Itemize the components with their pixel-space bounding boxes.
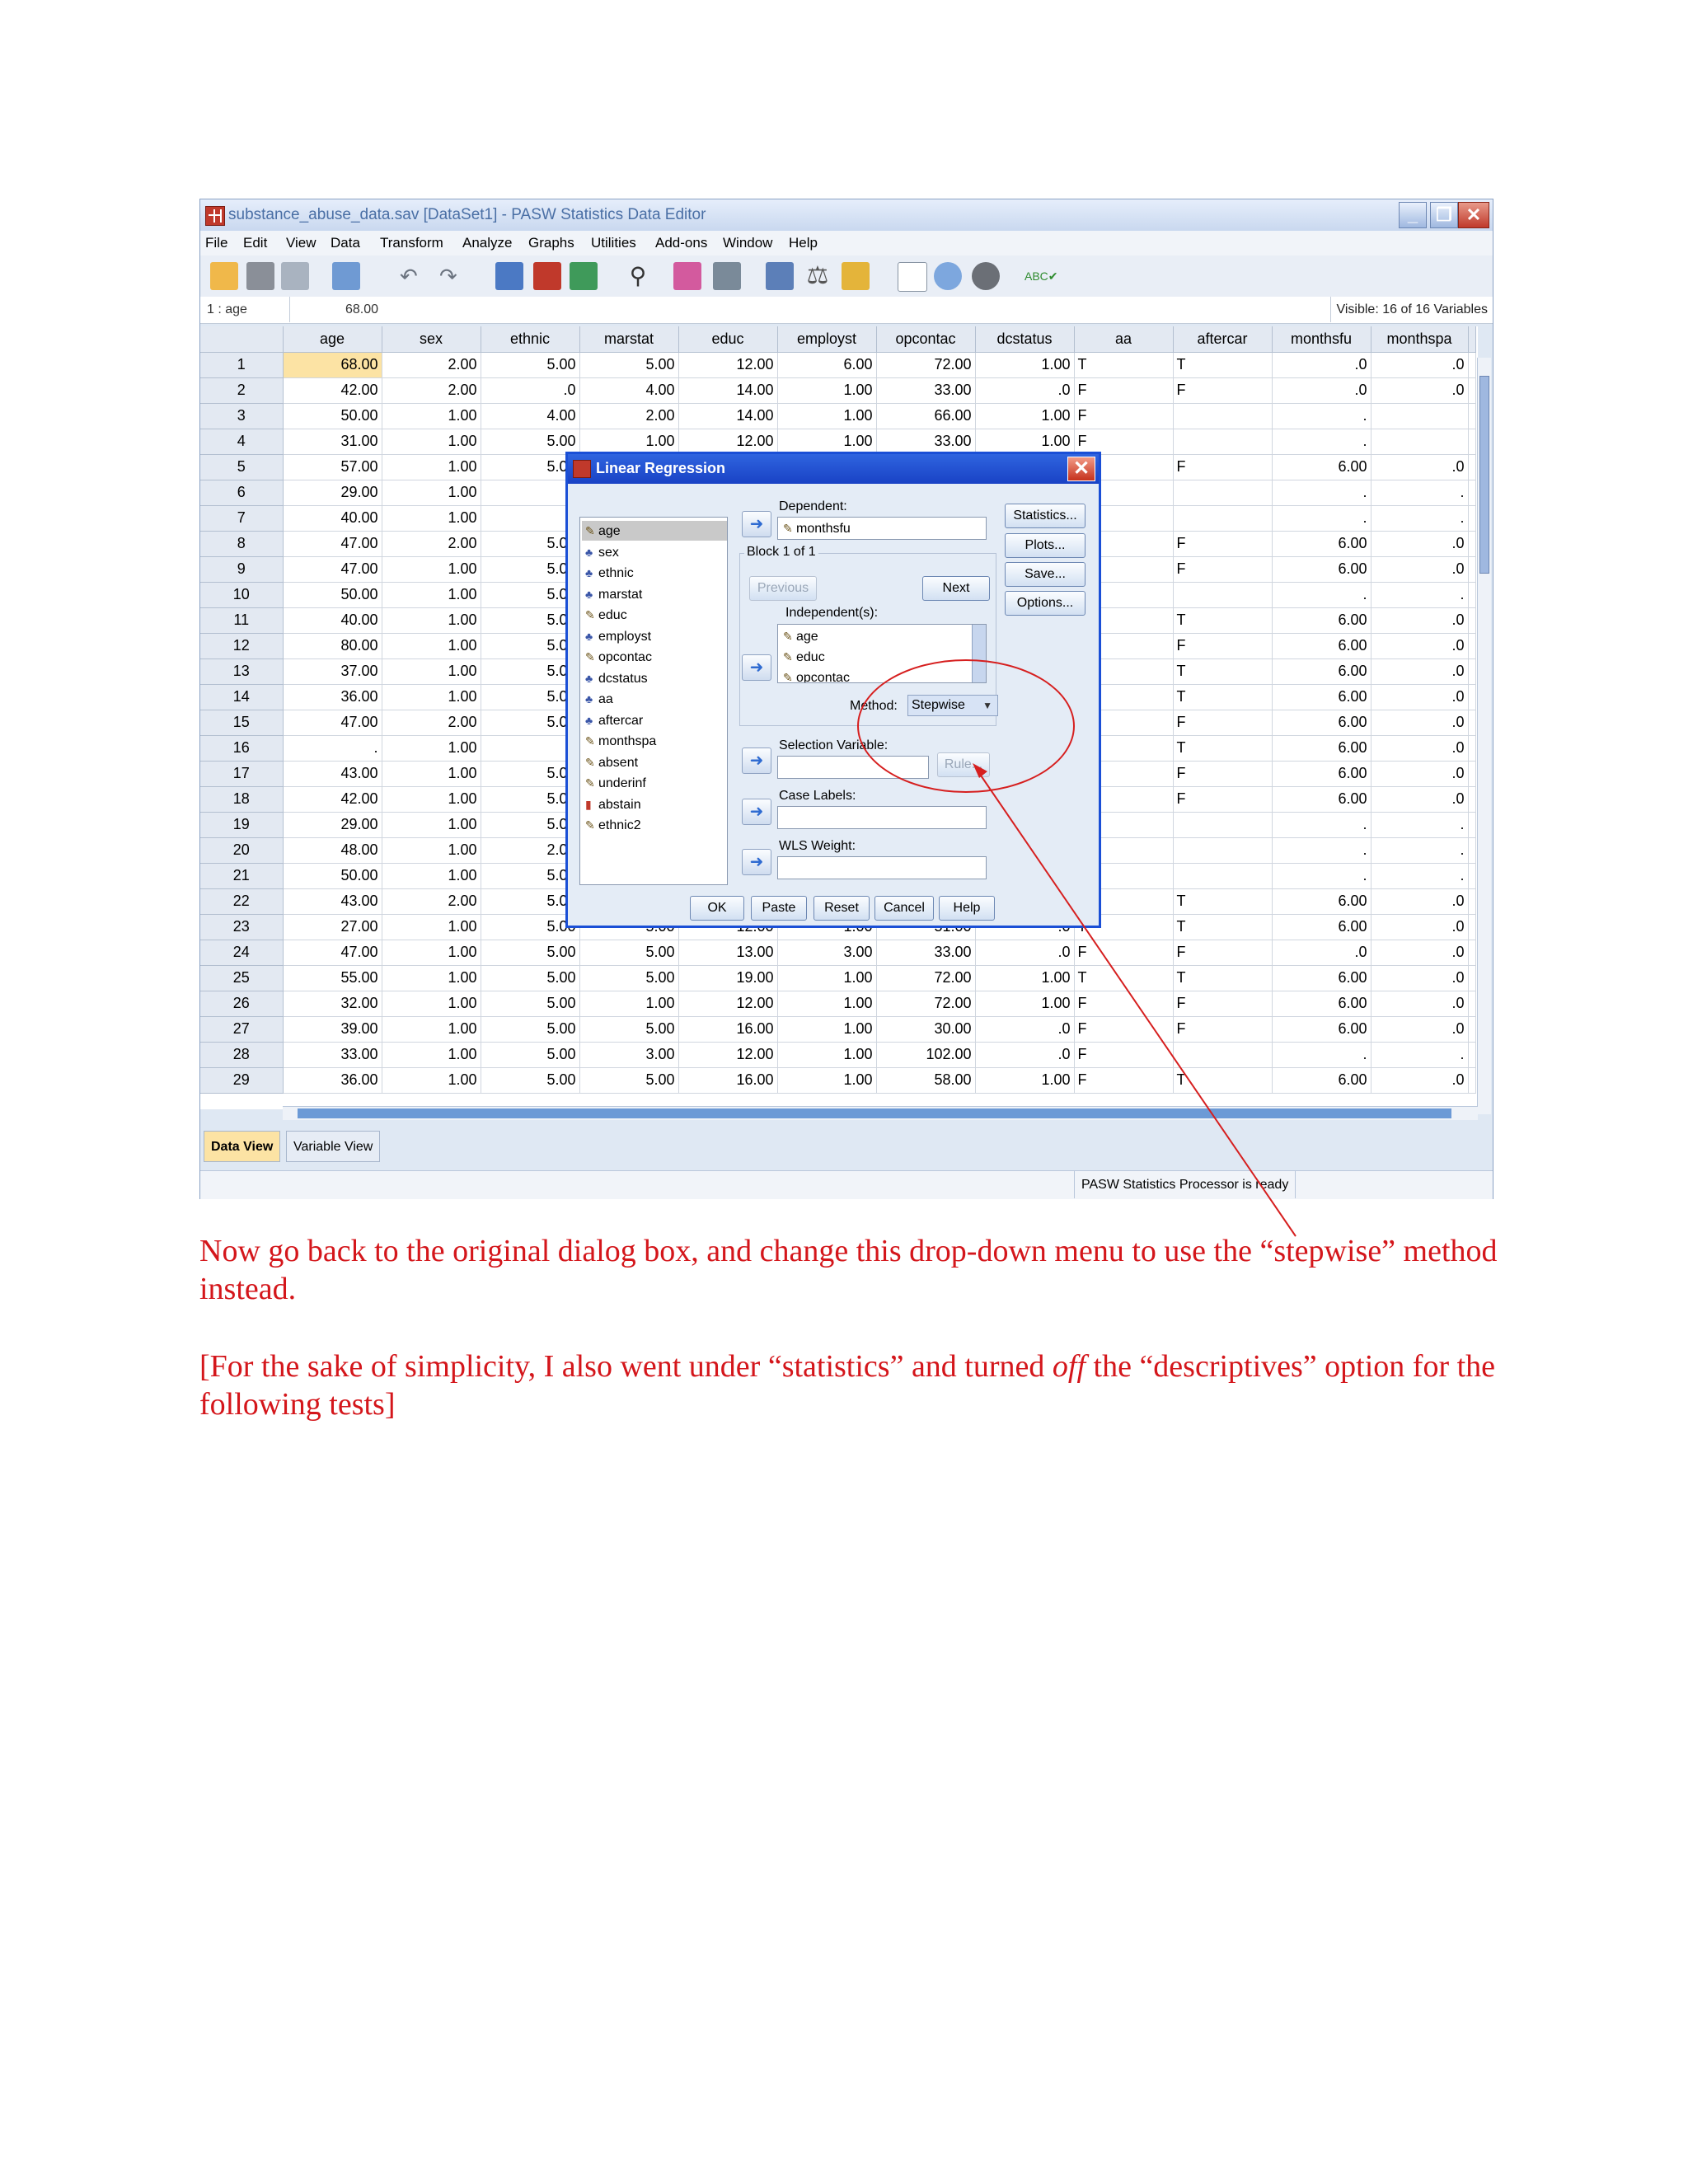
annotation-arrow-line bbox=[978, 772, 1296, 1237]
caption-paragraph-1: Now go back to the original dialog box, … bbox=[199, 1234, 1498, 1306]
annotation-arrow-head bbox=[973, 763, 987, 778]
caption-paragraph-2: [For the sake of simplicity, I also went… bbox=[199, 1347, 1502, 1423]
annotation-arrow bbox=[973, 763, 1296, 1237]
caption-p2-start: [For the sake of simplicity, I also went… bbox=[199, 1349, 1053, 1384]
caption-p2-emphasis: off bbox=[1052, 1349, 1086, 1384]
